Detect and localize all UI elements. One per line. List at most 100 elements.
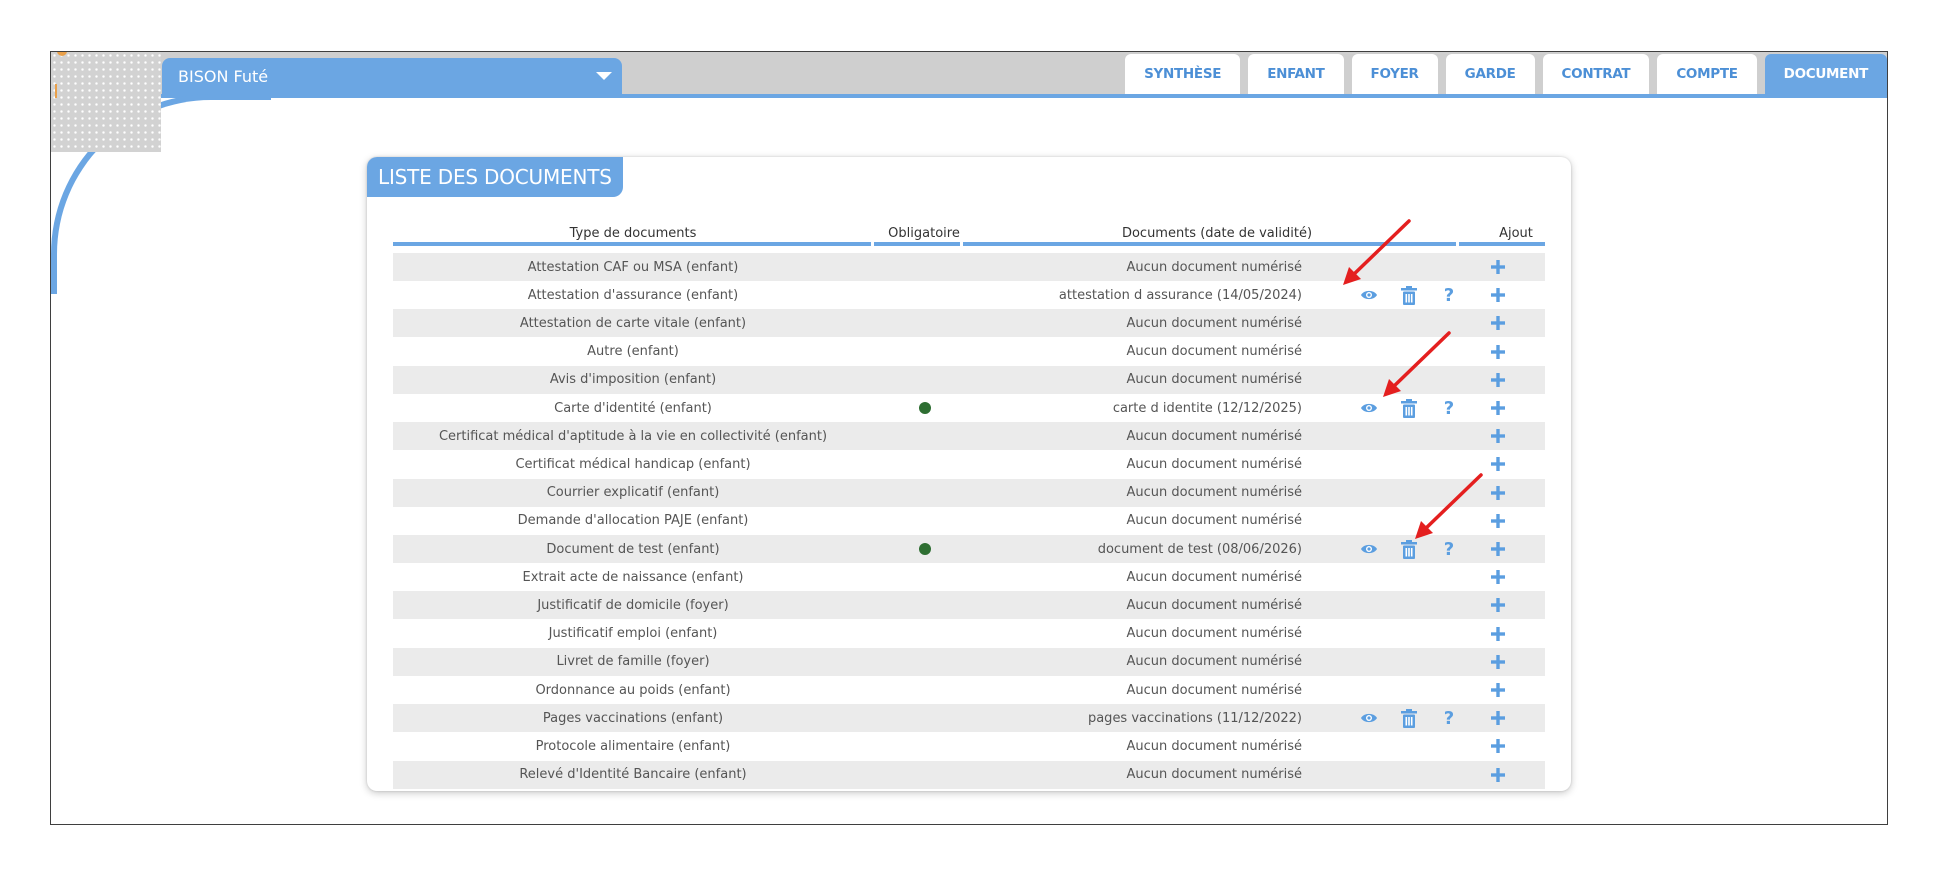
trash-icon[interactable] (1399, 708, 1419, 728)
tab-garde[interactable]: GARDE (1445, 54, 1535, 94)
chevron-down-icon (596, 72, 612, 80)
plus-icon[interactable] (1487, 538, 1509, 560)
document-type-label: Carte d'identité (enfant) (554, 400, 712, 416)
document-type-label: Certificat médical handicap (enfant) (515, 456, 751, 472)
document-type-label: Courrier explicatif (enfant) (546, 485, 720, 501)
document-status: Aucun document numérisé (1126, 569, 1302, 585)
eye-icon[interactable] (1359, 539, 1379, 559)
table-row: Relevé d'Identité Bancaire (enfant) Aucun… (393, 760, 1545, 789)
annotation-arrow-delete (1383, 331, 1451, 397)
eye-icon[interactable] (1359, 708, 1379, 728)
plus-icon[interactable] (1487, 453, 1509, 475)
orange-dot-decoration (57, 52, 67, 56)
document-status: Aucun document numérisé (1126, 682, 1302, 698)
plus-icon[interactable] (1487, 764, 1509, 786)
question-mark-icon[interactable]: ? (1439, 398, 1459, 418)
document-status: Aucun document numérisé (1126, 259, 1302, 275)
table-row: Protocole alimentaire (enfant) Aucun docu… (393, 732, 1545, 760)
trash-icon[interactable] (1399, 285, 1419, 305)
document-type-label: Justificatif de domicile (foyer) (537, 597, 729, 613)
trash-icon[interactable] (1399, 398, 1419, 418)
table-row: Courrier explicatif (enfant) Aucun docume… (393, 478, 1545, 507)
tab-compte[interactable]: COMPTE (1657, 54, 1757, 94)
trash-icon[interactable] (1399, 539, 1419, 559)
plus-icon[interactable] (1487, 679, 1509, 701)
document-type-label: Justificatif emploi (enfant) (548, 626, 718, 642)
document-status: attestation d assurance (14/05/2024) (1058, 287, 1302, 303)
plus-icon[interactable] (1487, 425, 1509, 447)
document-status: document de test (08/06/2026) (1097, 541, 1302, 557)
document-status: Aucun document numérisé (1126, 485, 1302, 501)
plus-icon[interactable] (1487, 735, 1509, 757)
document-type-label: Autre (enfant) (587, 344, 679, 360)
document-status: Aucun document numérisé (1126, 513, 1302, 529)
plus-icon[interactable] (1487, 594, 1509, 616)
table-row: Pages vaccinations (enfant) pages vaccina… (393, 704, 1545, 733)
plus-icon[interactable] (1487, 623, 1509, 645)
tab-contrat[interactable]: CONTRAT (1542, 54, 1650, 94)
question-mark-icon[interactable]: ? (1439, 708, 1459, 728)
document-status: Aucun document numérisé (1126, 315, 1302, 331)
plus-icon[interactable] (1487, 707, 1509, 729)
profile-selector[interactable]: BISON Futé (162, 58, 622, 94)
table-row: Ordonnance au poids (enfant) Aucun docume… (393, 676, 1545, 704)
document-status: Aucun document numérisé (1126, 654, 1302, 670)
document-status: Aucun document numérisé (1126, 597, 1302, 613)
header-underline-mandatory (874, 242, 960, 246)
document-status: Aucun document numérisé (1126, 372, 1302, 388)
table-row: Certificat médical handicap (enfant) Aucu… (393, 450, 1545, 478)
document-type-label: Relevé d'Identité Bancaire (enfant) (519, 767, 747, 783)
plus-icon[interactable] (1487, 482, 1509, 504)
svg-text:?: ? (1444, 540, 1454, 558)
plus-icon[interactable] (1487, 369, 1509, 391)
table-row: Attestation de carte vitale (enfant) Aucu… (393, 309, 1545, 338)
table-row: Certificat médical d'aptitude à la vie e… (393, 422, 1545, 451)
table-row: Document de test (enfant) document de tes… (393, 535, 1545, 563)
document-type-label: Demande d'allocation PAJE (enfant) (517, 513, 749, 529)
eye-icon[interactable] (1359, 398, 1379, 418)
question-mark-icon[interactable]: ? (1439, 539, 1459, 559)
table-row: Carte d'identité (enfant) carte d identit… (393, 394, 1545, 422)
eye-icon[interactable] (1359, 285, 1379, 305)
tab-enfant[interactable]: ENFANT (1248, 54, 1344, 94)
tab-foyer[interactable]: FOYER (1351, 54, 1438, 94)
orange-bar-decoration (55, 84, 57, 98)
document-type-label: Attestation de carte vitale (enfant) (519, 315, 747, 331)
document-type-label: Protocole alimentaire (enfant) (535, 738, 731, 754)
document-type-label: Ordonnance au poids (enfant) (535, 682, 731, 698)
document-status: Aucun document numérisé (1126, 428, 1302, 444)
profile-name: BISON Futé (178, 66, 269, 86)
annotation-arrow-help (1415, 473, 1483, 539)
question-mark-icon[interactable]: ? (1439, 285, 1459, 305)
document-type-label: Pages vaccinations (enfant) (542, 710, 724, 726)
document-status: Aucun document numérisé (1126, 456, 1302, 472)
mandatory-indicator (882, 535, 968, 563)
document-type-label: Avis d'imposition (enfant) (549, 372, 717, 388)
plus-icon[interactable] (1487, 256, 1509, 278)
table-row: Extrait acte de naissance (enfant) Aucun … (393, 563, 1545, 591)
mandatory-indicator (882, 394, 968, 422)
plus-icon[interactable] (1487, 651, 1509, 673)
document-status: pages vaccinations (11/12/2022) (1087, 710, 1302, 726)
table-row: Livret de famille (foyer) Aucun document … (393, 647, 1545, 676)
plus-icon[interactable] (1487, 284, 1509, 306)
plus-icon[interactable] (1487, 312, 1509, 334)
plus-icon[interactable] (1487, 510, 1509, 532)
green-dot-icon (919, 402, 931, 414)
plus-icon[interactable] (1487, 566, 1509, 588)
svg-text:?: ? (1444, 709, 1454, 727)
tab-document[interactable]: DOCUMENT (1764, 54, 1887, 94)
table-row: Justificatif de domicile (foyer) Aucun do… (393, 591, 1545, 620)
document-status: Aucun document numérisé (1126, 767, 1302, 783)
table-row: Demande d'allocation PAJE (enfant) Aucun … (393, 507, 1545, 535)
document-status: Aucun document numérisé (1126, 344, 1302, 360)
plus-icon[interactable] (1487, 341, 1509, 363)
document-type-label: Livret de famille (foyer) (556, 654, 710, 670)
tab-synthese[interactable]: SYNTHÈSE (1125, 54, 1241, 94)
plus-icon[interactable] (1487, 397, 1509, 419)
document-type-label: Extrait acte de naissance (enfant) (522, 569, 744, 585)
document-type-label: Attestation d'assurance (enfant) (527, 287, 739, 303)
panel-title: LISTE DES DOCUMENTS (367, 157, 623, 197)
document-type-label: Attestation CAF ou MSA (enfant) (527, 259, 739, 275)
document-type-label: Document de test (enfant) (546, 541, 720, 557)
